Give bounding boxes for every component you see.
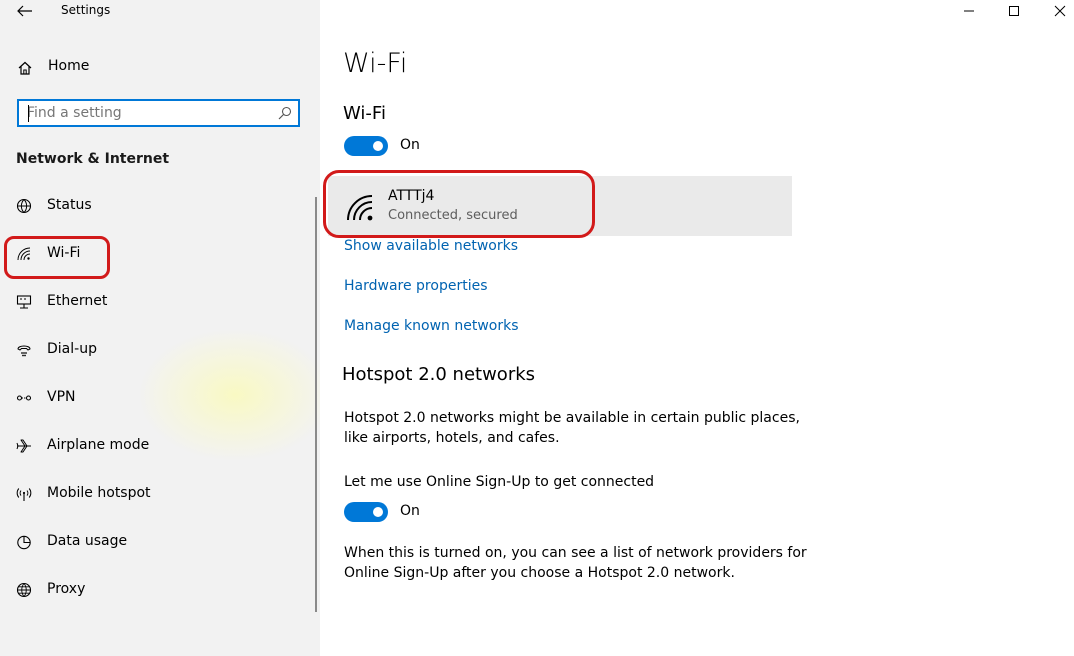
search-icon[interactable] [278, 106, 292, 120]
hotspot-description: Hotspot 2.0 networks might be available … [344, 408, 814, 448]
wifi-section-title: Wi-Fi [343, 103, 386, 124]
search-box[interactable] [17, 99, 300, 127]
sidebar-item-label: Proxy [47, 581, 86, 597]
sidebar-item-label: Dial-up [47, 341, 97, 357]
vpn-icon [16, 395, 32, 401]
hotspot-description-line: Hotspot 2.0 networks might be available … [344, 410, 800, 426]
airplane-icon [16, 439, 31, 453]
maximize-button[interactable] [991, 0, 1037, 22]
online-signup-label: Let me use Online Sign-Up to get connect… [344, 474, 655, 490]
online-signup-note: When this is turned on, you can see a li… [344, 543, 814, 583]
maximize-icon [1009, 6, 1019, 16]
data-usage-icon [17, 535, 31, 550]
sidebar-item-mobile-hotspot[interactable]: Mobile hotspot [0, 474, 318, 514]
highlight-annotation-wifi [4, 236, 110, 279]
online-signup-toggle-state: On [400, 503, 420, 519]
page-title: Wi-Fi [343, 48, 408, 79]
hotspot-icon [16, 488, 32, 501]
hardware-properties-link[interactable]: Hardware properties [344, 278, 488, 294]
search-input[interactable] [27, 104, 267, 122]
sidebar-item-data-usage[interactable]: Data usage [0, 522, 318, 562]
sidebar-item-label: Data usage [47, 533, 128, 549]
wifi-toggle[interactable] [344, 136, 388, 156]
sidebar-item-label: Ethernet [47, 293, 108, 309]
show-available-networks-link[interactable]: Show available networks [344, 238, 518, 254]
section-title: Network & Internet [16, 151, 170, 167]
sidebar-item-ethernet[interactable]: Ethernet [0, 282, 318, 322]
back-arrow-icon [17, 5, 32, 17]
sidebar-item-vpn[interactable]: VPN [0, 378, 318, 418]
sidebar-item-label: Mobile hotspot [47, 485, 151, 501]
sidebar-item-dialup[interactable]: Dial-up [0, 330, 318, 370]
home-nav-item[interactable]: Home [0, 54, 318, 80]
globe-status-icon [16, 198, 32, 214]
sidebar: Settings Home Network & Internet Status [0, 0, 320, 656]
wifi-toggle-state: On [400, 137, 420, 153]
home-label: Home [48, 58, 90, 74]
proxy-globe-icon [16, 582, 32, 598]
sidebar-item-label: Status [47, 197, 92, 213]
manage-known-networks-link[interactable]: Manage known networks [344, 318, 519, 334]
text-cursor [28, 105, 29, 122]
sidebar-item-airplane-mode[interactable]: Airplane mode [0, 426, 318, 466]
close-icon [1054, 5, 1066, 17]
online-signup-note-line: When this is turned on, you can see a li… [344, 545, 807, 561]
online-signup-toggle[interactable] [344, 502, 388, 522]
back-button[interactable] [10, 0, 40, 22]
sidebar-item-label: VPN [47, 389, 76, 405]
hotspot-description-line: like airports, hotels, and cafes. [344, 430, 560, 446]
ethernet-icon [16, 295, 32, 309]
online-signup-note-line: Online Sign-Up after you choose a Hotspo… [344, 565, 735, 581]
sidebar-item-status[interactable]: Status [0, 186, 318, 226]
close-button[interactable] [1037, 0, 1074, 22]
minimize-icon [964, 10, 974, 12]
sidebar-item-proxy[interactable]: Proxy [0, 570, 318, 610]
app-title: Settings [61, 3, 111, 17]
hotspot-section-title: Hotspot 2.0 networks [342, 364, 536, 385]
highlight-annotation-network [323, 170, 595, 238]
dialup-icon [17, 345, 31, 357]
sidebar-scrollbar[interactable] [315, 197, 317, 612]
toggle-knob [373, 507, 383, 517]
toggle-knob [373, 141, 383, 151]
home-icon [18, 61, 32, 75]
minimize-button[interactable] [946, 0, 992, 22]
sidebar-item-label: Airplane mode [47, 437, 150, 453]
